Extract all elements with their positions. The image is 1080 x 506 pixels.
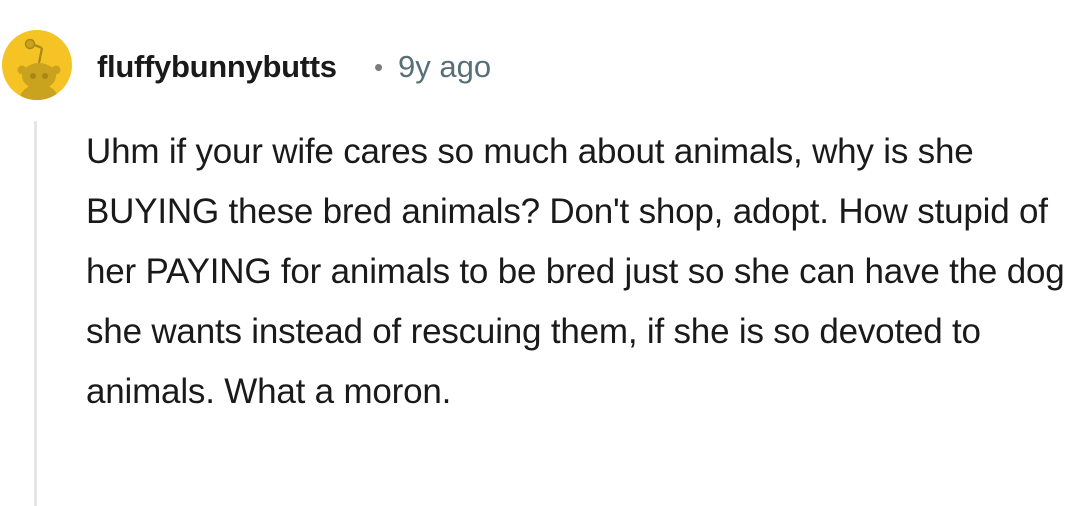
thread-line[interactable] xyxy=(34,121,37,506)
avatar[interactable] xyxy=(2,30,72,100)
comment-timestamp: 9y ago xyxy=(398,49,492,84)
meta-separator: • xyxy=(374,52,384,82)
reddit-snoo-avatar-icon xyxy=(2,30,72,100)
author-username[interactable]: fluffybunnybutts xyxy=(97,47,337,87)
comment-card: fluffybunnybutts • 9y ago Uhm if your wi… xyxy=(0,0,1080,506)
comment-body: Uhm if your wife cares so much about ani… xyxy=(86,132,1065,411)
